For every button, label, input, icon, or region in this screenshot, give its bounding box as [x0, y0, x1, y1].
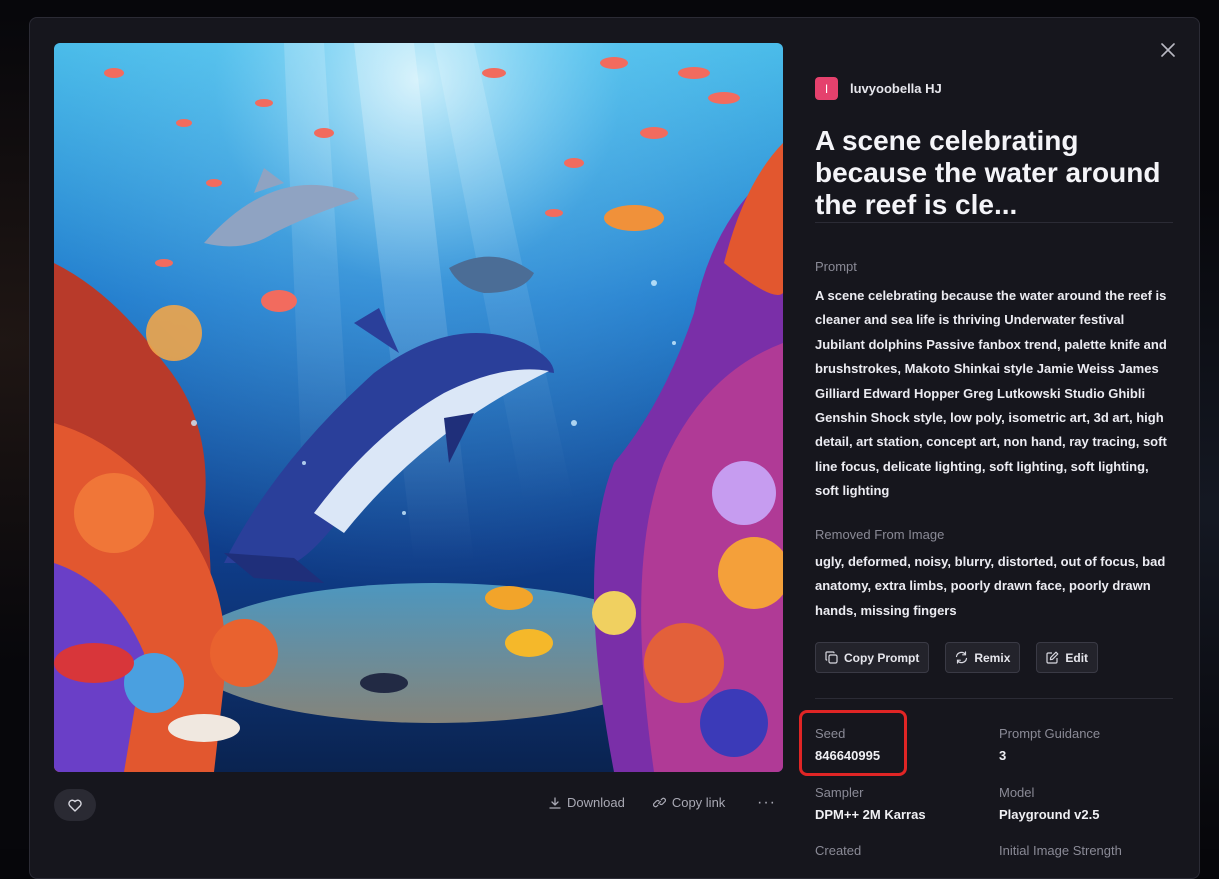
- remix-button[interactable]: Remix: [945, 642, 1021, 673]
- sampler-label: Sampler: [815, 785, 864, 800]
- edit-label: Edit: [1065, 650, 1089, 665]
- model-field: Model Playground v2.5: [999, 785, 1099, 822]
- seed-field: Seed 846640995: [815, 726, 880, 763]
- prompt-label: Prompt: [815, 259, 857, 274]
- model-value: Playground v2.5: [999, 807, 1100, 822]
- download-label: Download: [567, 795, 625, 810]
- prompt-actions: Copy Prompt Remix Edit: [815, 642, 1099, 673]
- image-detail-modal: Download Copy link ··· I luvyoobella HJ …: [29, 17, 1200, 879]
- download-button[interactable]: Download: [549, 795, 625, 810]
- remix-label: Remix: [974, 650, 1011, 665]
- guidance-field: Prompt Guidance 3: [999, 726, 1100, 763]
- negative-prompt-text: ugly, deformed, noisy, blurry, distorted…: [815, 554, 1166, 618]
- edit-button[interactable]: Edit: [1036, 642, 1099, 673]
- copy-link-label: Copy link: [671, 795, 726, 810]
- heart-icon: [68, 799, 82, 812]
- link-icon: [652, 797, 666, 808]
- avatar: I: [815, 77, 838, 100]
- author[interactable]: I luvyoobella HJ: [815, 77, 942, 100]
- sampler-field: Sampler DPM++ 2M Karras: [815, 785, 926, 822]
- model-label: Model: [999, 785, 1035, 800]
- seed-label: Seed: [815, 726, 846, 741]
- download-icon: [549, 796, 561, 809]
- prompt-text: A scene celebrating because the water ar…: [815, 288, 1167, 499]
- divider: [815, 222, 1173, 223]
- created-label: Created: [815, 843, 862, 858]
- sampler-value: DPM++ 2M Karras: [815, 807, 926, 822]
- copy-icon: [825, 651, 838, 664]
- image-actions: Download Copy link: [549, 795, 725, 810]
- copy-link-button[interactable]: Copy link: [652, 795, 726, 810]
- generated-image[interactable]: [54, 43, 783, 772]
- username: luvyoobella HJ: [850, 81, 942, 96]
- details-panel: I luvyoobella HJ A scene celebrating bec…: [799, 18, 1175, 878]
- copy-prompt-button[interactable]: Copy Prompt: [815, 642, 930, 673]
- image-strength-label: Initial Image Strength: [999, 843, 1122, 858]
- negative-prompt-label: Removed From Image: [815, 527, 945, 542]
- more-options-button[interactable]: ···: [757, 794, 776, 812]
- page-title: A scene celebrating because the water ar…: [815, 125, 1161, 220]
- remix-icon: [956, 651, 968, 664]
- underwater-scene-image: [54, 43, 783, 772]
- like-button[interactable]: [54, 789, 96, 821]
- seed-value: 846640995: [815, 748, 881, 763]
- edit-icon: [1046, 651, 1059, 664]
- guidance-label: Prompt Guidance: [999, 726, 1101, 741]
- copy-prompt-label: Copy Prompt: [844, 650, 920, 665]
- divider: [815, 698, 1173, 699]
- guidance-value: 3: [999, 748, 1007, 763]
